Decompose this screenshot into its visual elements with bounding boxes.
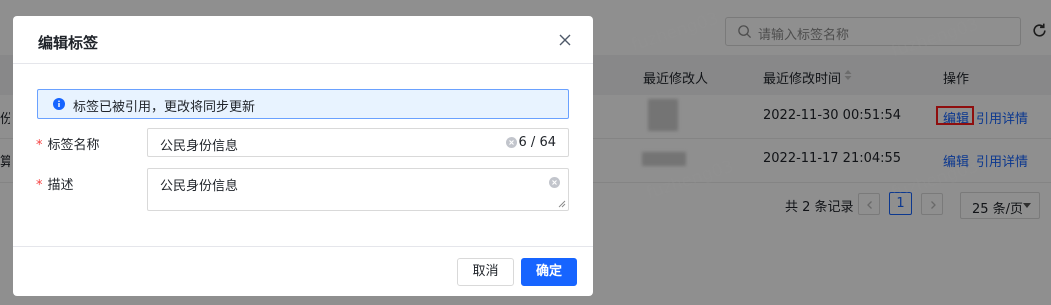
dialog-title: 编辑标签 bbox=[38, 34, 99, 52]
cancel-button[interactable]: 取消 bbox=[457, 258, 514, 286]
description-label-text: 描述 bbox=[47, 178, 74, 193]
description-label: * 描述 bbox=[36, 174, 74, 193]
required-mark: * bbox=[36, 178, 43, 193]
alert-text: 标签已被引用，更改将同步更新 bbox=[73, 100, 256, 115]
resize-handle-icon[interactable] bbox=[558, 200, 566, 208]
info-alert: 标签已被引用，更改将同步更新 bbox=[37, 89, 569, 119]
tag-name-label: * 标签名称 bbox=[36, 134, 100, 153]
divider bbox=[13, 246, 593, 247]
close-icon[interactable] bbox=[558, 33, 572, 47]
edit-tag-dialog: 编辑标签 标签已被引用，更改将同步更新 * 标签名称 公民身份信息 6 / 64 … bbox=[13, 16, 593, 296]
divider bbox=[13, 63, 593, 64]
description-value: 公民身份信息 bbox=[160, 179, 239, 194]
required-mark: * bbox=[36, 138, 43, 153]
clear-icon[interactable] bbox=[506, 137, 517, 148]
confirm-button[interactable]: 确定 bbox=[521, 258, 577, 286]
char-counter: 6 / 64 bbox=[518, 135, 556, 150]
tag-name-label-text: 标签名称 bbox=[47, 138, 100, 153]
clear-icon[interactable] bbox=[549, 177, 560, 188]
tag-name-value: 公民身份信息 bbox=[160, 139, 239, 154]
info-icon bbox=[53, 98, 65, 110]
description-textarea[interactable]: 公民身份信息 bbox=[147, 168, 569, 211]
tag-name-input[interactable]: 公民身份信息 6 / 64 bbox=[147, 128, 569, 157]
